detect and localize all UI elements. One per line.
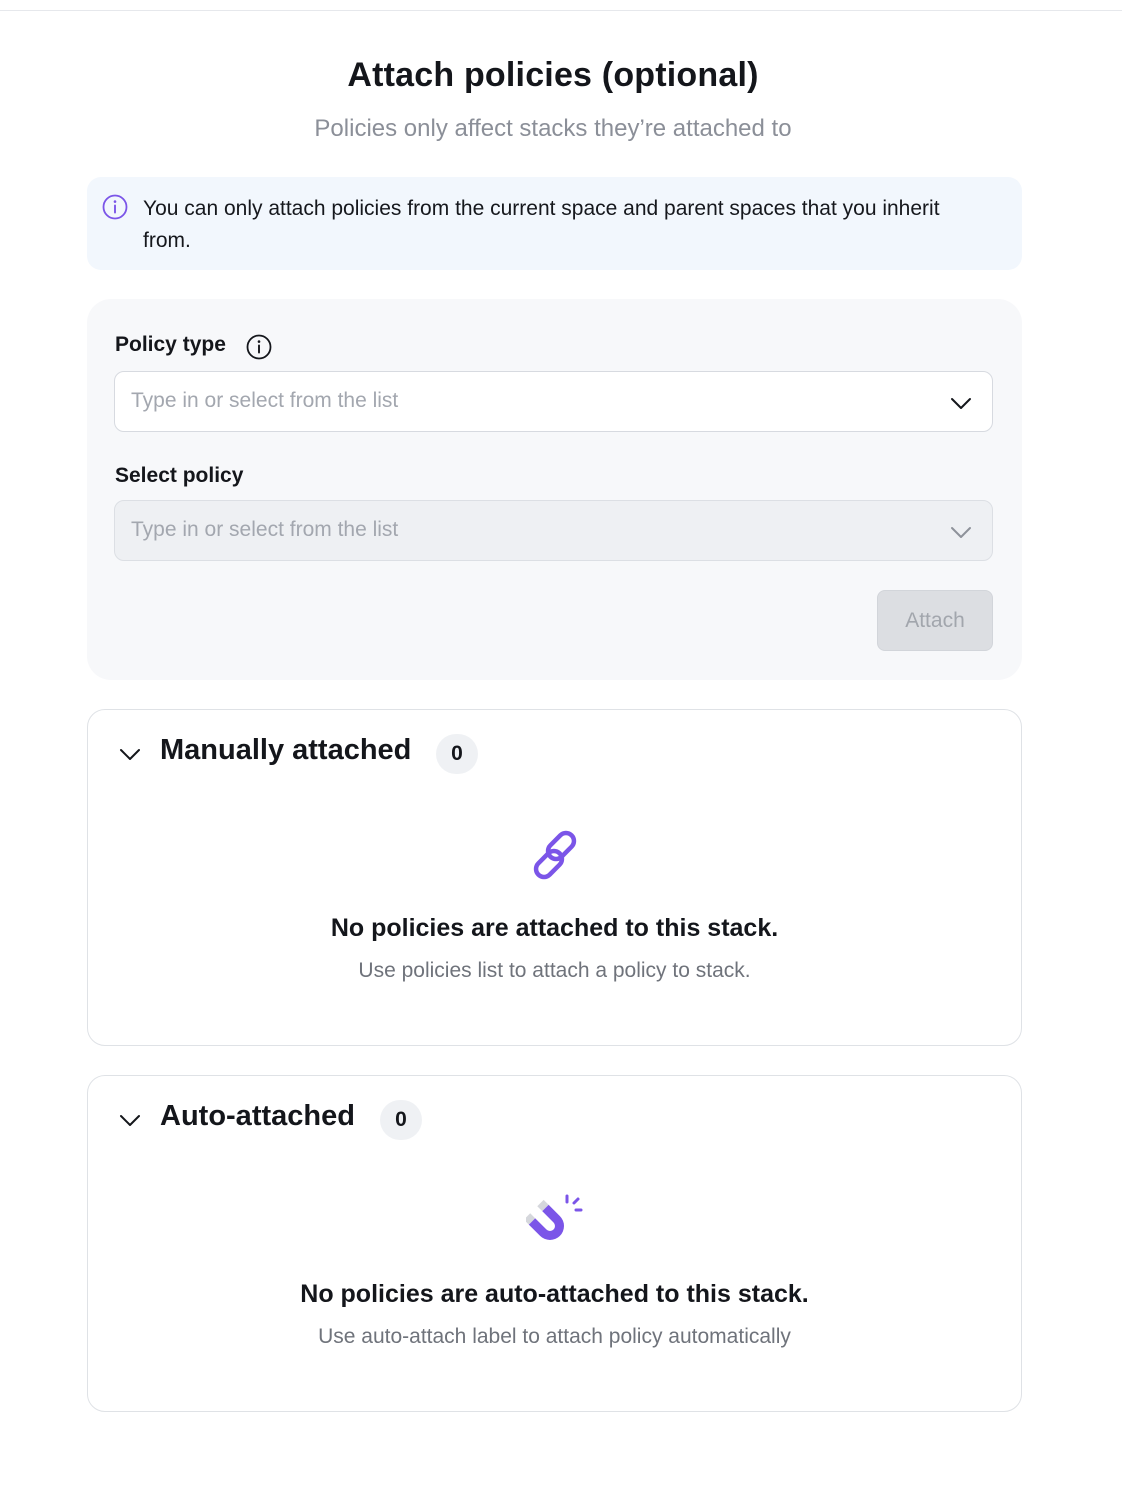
link-icon — [533, 830, 577, 880]
empty-state-title: No policies are auto-attached to this st… — [300, 1280, 809, 1308]
select-policy-select[interactable]: Type in or select from the list — [114, 500, 993, 561]
chevron-down-icon[interactable] — [948, 519, 974, 545]
policy-type-label: Policy type — [115, 333, 226, 356]
empty-state-description: Use auto-attach label to attach policy a… — [318, 1325, 791, 1348]
auto-attached-section: Auto-attached 0 No policies are auto-att… — [87, 1075, 1022, 1412]
attach-policy-form: Policy type Type in or select from the l… — [87, 299, 1022, 680]
chevron-down-icon[interactable] — [116, 1106, 144, 1134]
chevron-down-icon[interactable] — [948, 390, 974, 416]
policy-type-select[interactable]: Type in or select from the list — [114, 371, 993, 432]
empty-state-description: Use policies list to attach a policy to … — [358, 959, 751, 982]
count-badge: 0 — [380, 1100, 422, 1140]
section-title[interactable]: Auto-attached — [160, 1100, 355, 1133]
select-policy-label: Select policy — [115, 464, 244, 487]
info-icon — [102, 194, 128, 220]
callout-text: You can only attach policies from the cu… — [143, 197, 940, 252]
top-divider — [0, 10, 1122, 11]
policy-type-placeholder: Type in or select from the list — [131, 389, 399, 412]
page-title: Attach policies (optional) — [347, 56, 759, 94]
policy-type-info-icon[interactable] — [245, 333, 273, 361]
magnet-icon — [526, 1194, 583, 1240]
count-badge: 0 — [436, 734, 478, 774]
chevron-down-icon[interactable] — [116, 740, 144, 768]
page-subtitle: Policies only affect stacks they’re atta… — [314, 115, 792, 142]
section-title[interactable]: Manually attached — [160, 734, 411, 767]
select-policy-placeholder: Type in or select from the list — [131, 518, 399, 541]
manually-attached-section: Manually attached 0 No policies are atta… — [87, 709, 1022, 1046]
empty-state-title: No policies are attached to this stack. — [330, 914, 779, 942]
attach-button[interactable]: Attach — [877, 590, 993, 651]
info-callout: You can only attach policies from the cu… — [87, 177, 1022, 270]
